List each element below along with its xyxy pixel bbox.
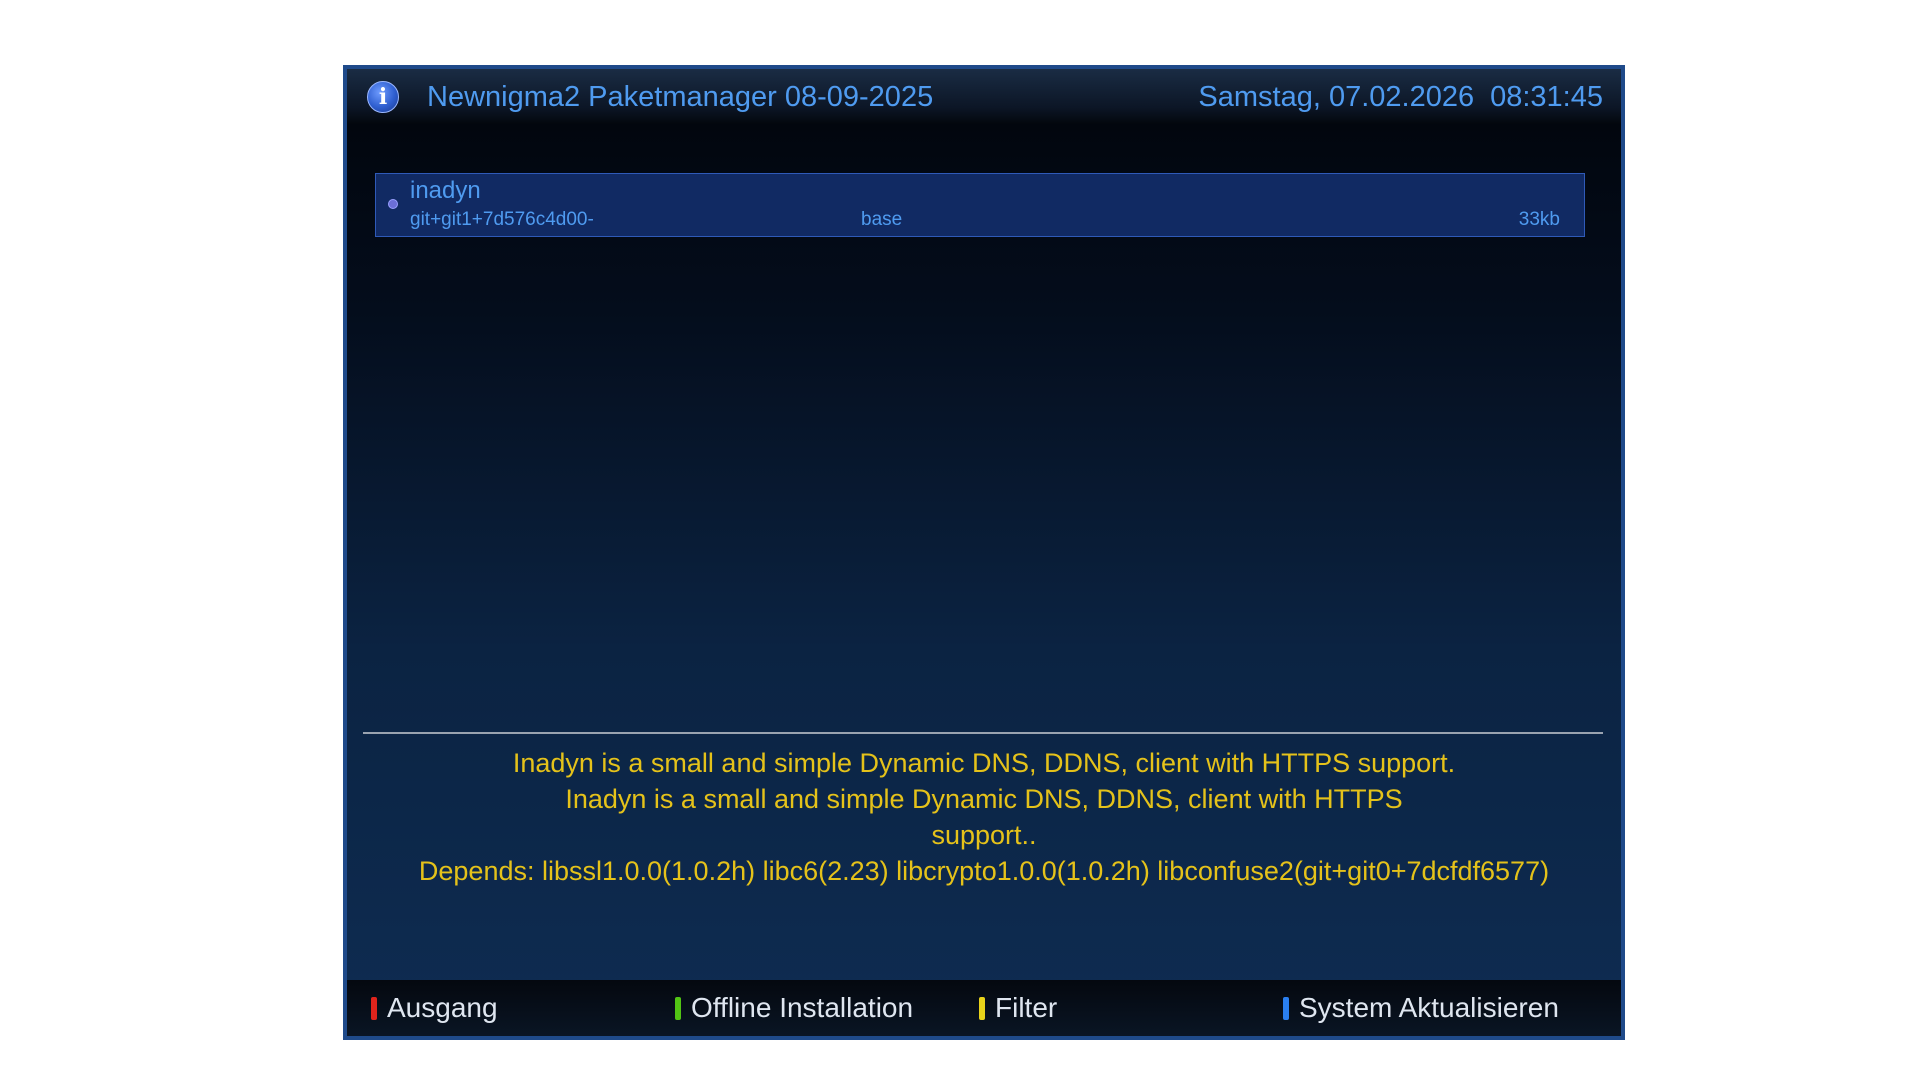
description-line: Inadyn is a small and simple Dynamic DNS… <box>512 748 1456 778</box>
divider <box>363 732 1603 734</box>
exit-label: Ausgang <box>387 992 498 1023</box>
package-manager-window: i Newnigma2 Paketmanager 08-09-2025 Sams… <box>343 65 1625 1040</box>
offline-install-label: Offline Installation <box>691 992 914 1023</box>
clock: Samstag, 07.02.2026 08:31:45 <box>1198 79 1603 115</box>
date-label: Samstag, 07.02.2026 <box>1198 81 1475 113</box>
info-icon: i <box>367 81 399 113</box>
description-line: support.. <box>931 820 1037 850</box>
package-list-item[interactable]: inadyn git+git1+7d576c4d00- base 33kb <box>375 173 1585 237</box>
package-section: base <box>861 209 903 230</box>
green-key-offline-install-button[interactable]: Offline Installation <box>675 992 913 1024</box>
title-bar: i Newnigma2 Paketmanager 08-09-2025 Sams… <box>347 69 1621 124</box>
time-label: 08:31:45 <box>1490 81 1603 113</box>
package-description: Inadyn is a small and simple Dynamic DNS… <box>367 745 1601 889</box>
yellow-key-icon <box>979 996 985 1020</box>
red-key-icon <box>371 996 377 1020</box>
package-size: 33kb <box>1518 209 1560 230</box>
selection-bullet-icon <box>388 199 398 209</box>
system-update-label: System Aktualisieren <box>1299 992 1559 1023</box>
red-key-exit-button[interactable]: Ausgang <box>371 992 498 1024</box>
blue-key-icon <box>1283 996 1289 1020</box>
filter-label: Filter <box>995 992 1058 1023</box>
package-name: inadyn <box>410 177 481 204</box>
yellow-key-filter-button[interactable]: Filter <box>979 992 1057 1024</box>
button-bar: Ausgang Offline Installation Filter Syst… <box>347 980 1621 1036</box>
green-key-icon <box>675 996 681 1020</box>
dependencies-line: Depends: libssl1.0.0(1.0.2h) libc6(2.23)… <box>418 856 1550 886</box>
package-version: git+git1+7d576c4d00- <box>410 209 594 230</box>
window-title: Newnigma2 Paketmanager 08-09-2025 <box>427 81 934 113</box>
description-line: Inadyn is a small and simple Dynamic DNS… <box>565 784 1403 814</box>
blue-key-system-update-button[interactable]: System Aktualisieren <box>1283 992 1559 1024</box>
